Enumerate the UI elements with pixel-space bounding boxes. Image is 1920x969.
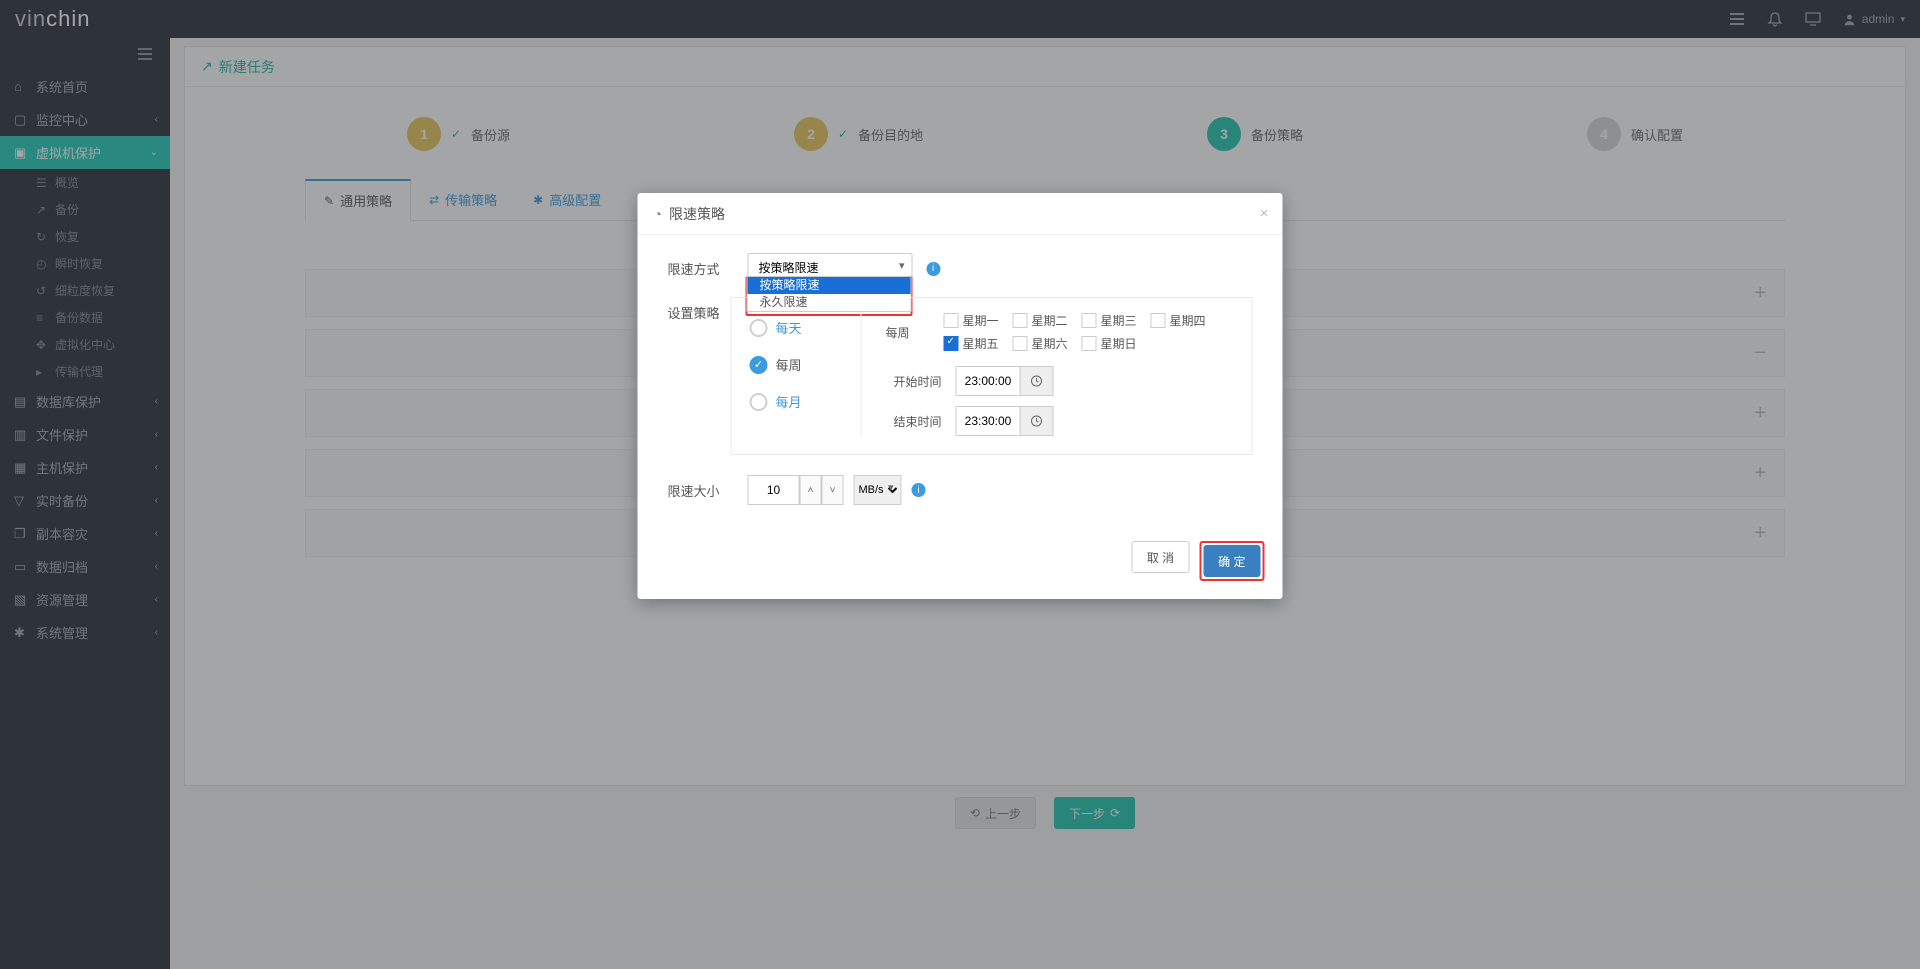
rate-up-button[interactable]: ˄ xyxy=(800,475,822,505)
end-label: 结束时间 xyxy=(886,413,942,430)
rate-limit-modal: ◔ 限速策略 × 限速方式 按策略限速 按策略限速 永久限速 xyxy=(638,193,1283,599)
freq-monthly[interactable]: 每月 xyxy=(750,392,849,411)
clock-button[interactable] xyxy=(1020,366,1054,396)
rate-mode-dropdown: 按策略限速 永久限速 xyxy=(747,276,912,312)
ok-highlight: 确 定 xyxy=(1199,541,1264,581)
rate-spinner: ˄ ˅ xyxy=(800,475,844,505)
day-label: 星期二 xyxy=(1032,312,1068,329)
freq-label: 每月 xyxy=(776,392,802,411)
policy-right: 每周 星期一 星期二 星期三 星期四 星期五 星期六 星期日 xyxy=(886,312,1234,436)
day-wed[interactable]: 星期三 xyxy=(1082,312,1137,329)
day-fri[interactable]: 星期五 xyxy=(944,335,999,352)
rate-down-button[interactable]: ˅ xyxy=(822,475,844,505)
ok-button[interactable]: 确 定 xyxy=(1203,545,1260,577)
freq-options: 每天 每周 每月 xyxy=(750,312,862,436)
start-time-row: 开始时间 xyxy=(886,366,1234,396)
day-label: 星期四 xyxy=(1170,312,1206,329)
day-label: 星期日 xyxy=(1101,335,1137,352)
day-tue[interactable]: 星期二 xyxy=(1013,312,1068,329)
rate-size-input[interactable] xyxy=(748,475,800,505)
rate-size-row: 限速大小 ˄ ˅ MB/s i xyxy=(668,475,1253,505)
clock-button[interactable] xyxy=(1020,406,1054,436)
end-time-row: 结束时间 xyxy=(886,406,1234,436)
day-sun[interactable]: 星期日 xyxy=(1082,335,1137,352)
rate-mode-label: 限速方式 xyxy=(668,253,748,283)
checkbox-icon xyxy=(1013,313,1028,328)
close-icon[interactable]: × xyxy=(1260,205,1269,222)
checkbox-icon xyxy=(1151,313,1166,328)
checkbox-icon xyxy=(1013,336,1028,351)
info-icon[interactable]: i xyxy=(912,483,926,497)
rate-unit-select[interactable]: MB/s xyxy=(854,475,902,505)
radio-icon xyxy=(750,393,768,411)
checkbox-icon xyxy=(944,313,959,328)
days-row: 每周 星期一 星期二 星期三 星期四 星期五 星期六 星期日 xyxy=(886,312,1234,352)
rate-mode-option-permanent[interactable]: 永久限速 xyxy=(748,294,911,311)
day-thu[interactable]: 星期四 xyxy=(1151,312,1206,329)
modal-title: 限速策略 xyxy=(669,204,725,224)
freq-label: 每天 xyxy=(776,318,802,337)
day-label: 星期三 xyxy=(1101,312,1137,329)
weekly-label: 每周 xyxy=(886,324,920,341)
checkbox-icon xyxy=(1082,336,1097,351)
policy-box: 每天 每周 每月 每周 星期一 星期二 星期三 星期四 星期五 xyxy=(731,297,1253,455)
end-time-input[interactable] xyxy=(956,406,1020,436)
rate-mode-option-policy[interactable]: 按策略限速 xyxy=(748,277,911,294)
start-time-input[interactable] xyxy=(956,366,1020,396)
day-label: 星期一 xyxy=(963,312,999,329)
day-label: 星期五 xyxy=(963,335,999,352)
cancel-button[interactable]: 取 消 xyxy=(1132,541,1189,573)
day-label: 星期六 xyxy=(1032,335,1068,352)
modal-body: 限速方式 按策略限速 按策略限速 永久限速 i xyxy=(638,235,1283,527)
modal-header: ◔ 限速策略 × xyxy=(638,193,1283,235)
days-grid: 星期一 星期二 星期三 星期四 星期五 星期六 星期日 xyxy=(944,312,1234,352)
modal-footer: 取 消 确 定 xyxy=(638,527,1283,599)
freq-daily[interactable]: 每天 xyxy=(750,318,849,337)
start-label: 开始时间 xyxy=(886,373,942,390)
radio-icon xyxy=(750,356,768,374)
rate-size-label: 限速大小 xyxy=(668,475,748,505)
gauge-icon: ◔ xyxy=(654,206,662,222)
freq-label: 每周 xyxy=(776,355,802,374)
policy-label: 设置策略 xyxy=(668,297,731,455)
rate-mode-row: 限速方式 按策略限速 按策略限速 永久限速 i xyxy=(668,253,1253,283)
day-sat[interactable]: 星期六 xyxy=(1013,335,1068,352)
policy-row: 设置策略 每天 每周 每月 每周 星期一 星期二 xyxy=(668,297,1253,455)
radio-icon xyxy=(750,319,768,337)
checkbox-icon xyxy=(944,336,959,351)
freq-weekly[interactable]: 每周 xyxy=(750,355,849,374)
day-mon[interactable]: 星期一 xyxy=(944,312,999,329)
info-icon[interactable]: i xyxy=(926,262,940,276)
checkbox-icon xyxy=(1082,313,1097,328)
